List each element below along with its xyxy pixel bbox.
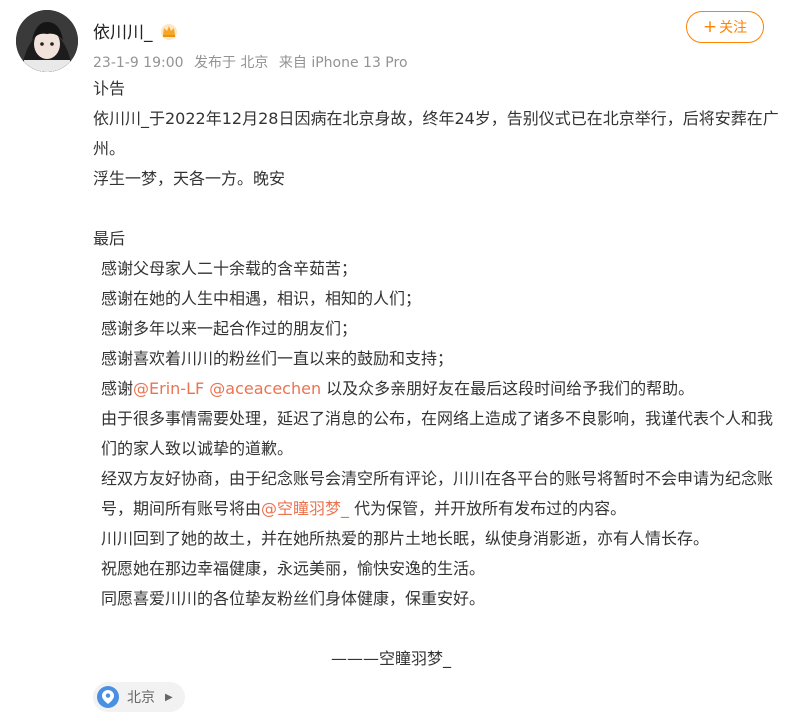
device-source: 来自 iPhone 13 Pro [278,55,408,71]
account-suffix: 代为保管，并开放所有发布过的内容。 [349,499,627,518]
follow-label: 关注 [719,20,748,36]
thanks-line: 感谢多年以来一起合作过的朋友们； [101,319,358,338]
paragraph-announcement: 依川川_于2022年12月28日因病在北京身故，终年24岁，告别仪式已在北京举行… [93,109,779,158]
mention-aceacechen[interactable]: @aceacechen [209,379,321,398]
post-title: 讣告 [93,79,126,98]
paragraph-account: 经双方友好协商，由于纪念账号会清空所有评论，川川在各平台的账号将暂时不会申请为纪… [93,464,783,524]
crown-badge-icon [159,21,179,41]
thanks-line-mentions: 感谢@Erin-LF @aceacechen 以及众多亲朋好友在最后这段时间给予… [93,374,783,404]
thanks-line: 感谢在她的人生中相遇，相识，相知的人们； [101,289,422,308]
plus-icon: + [702,16,718,37]
post-content: 讣告 依川川_于2022年12月28日因病在北京身故，终年24岁，告别仪式已在北… [93,74,783,674]
location-tag[interactable]: 北京 ▶ [93,682,185,712]
post-meta: 23-1-9 19:00 发布于 北京 来自 iPhone 13 Pro [93,52,414,72]
closing-line: 祝愿她在那边幸福健康，永远美丽，愉快安逸的生活。 [101,559,486,578]
thanks-line: 感谢父母家人二十余载的含辛茹苦； [101,259,358,278]
heading-last: 最后 [93,229,126,248]
chevron-right-icon: ▶ [165,691,173,703]
location-label: 北京 [127,690,155,706]
location-pin-icon [97,686,119,708]
avatar[interactable] [16,10,78,72]
closing-line: 同愿喜爱川川的各位挚友粉丝们身体健康，保重安好。 [101,589,486,608]
posted-from: 发布于 北京 [193,55,269,71]
signature: ———空瞳羽梦_ [330,649,451,668]
post-date[interactable]: 23-1-9 19:00 [93,55,184,71]
paragraph-apology: 由于很多事情需要处理，延迟了消息的公布，在网络上造成了诸多不良影响，我谨代表个人… [101,409,774,458]
thanks-prefix: 感谢 [101,379,134,398]
username-row: 依川川_ [93,18,179,43]
thanks-line: 感谢喜欢着川川的粉丝们一直以来的鼓励和支持； [101,349,454,368]
username[interactable]: 依川川_ [93,18,153,43]
follow-button[interactable]: + 关注 [686,11,764,43]
thanks-suffix: 以及众多亲朋好友在最后这段时间给予我们的帮助。 [321,379,695,398]
closing-line: 川川回到了她的故土，并在她所热爱的那片土地长眠，纵使身消影逝，亦有人情长存。 [101,529,710,548]
mention-erin-lf[interactable]: @Erin-LF [133,379,204,398]
mention-kongtong-yumeng[interactable]: @空瞳羽梦_ [261,499,349,518]
paragraph-farewell: 浮生一梦，天各一方。晚安 [93,169,286,188]
